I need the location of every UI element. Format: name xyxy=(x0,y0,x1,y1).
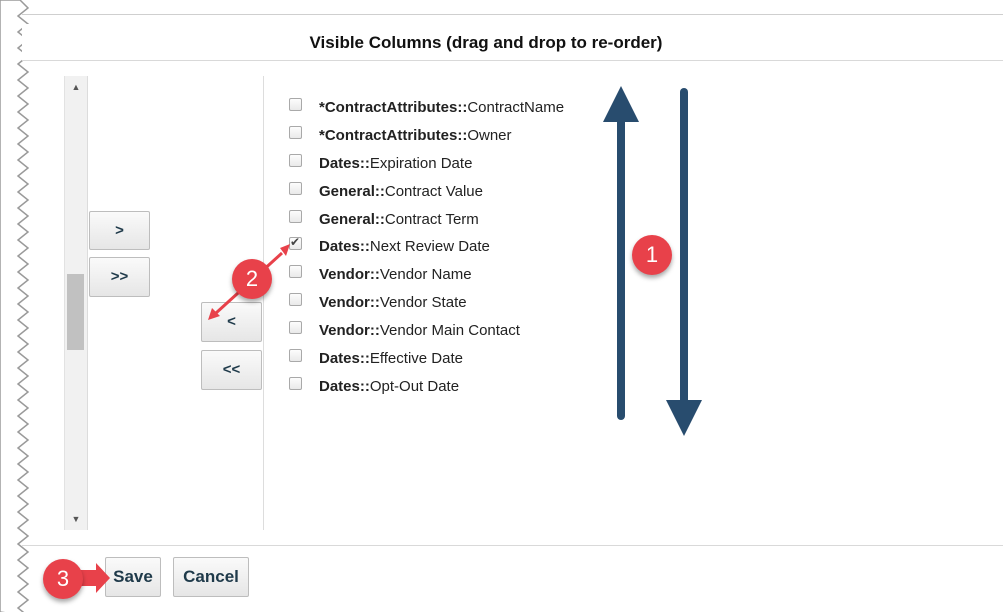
column-checkbox[interactable] xyxy=(289,181,302,195)
column-label: Dates::Effective Date xyxy=(319,350,463,367)
column-checkbox[interactable] xyxy=(289,98,302,111)
torn-edge-decoration xyxy=(0,0,30,612)
column-label: Dates::Opt-Out Date xyxy=(319,378,459,395)
callout-badge-2: 2 xyxy=(232,259,272,299)
column-category: Dates:: xyxy=(319,350,370,368)
column-checkbox[interactable] xyxy=(289,349,302,363)
column-category: Vendor:: xyxy=(319,294,380,312)
column-checkbox[interactable] xyxy=(289,265,302,279)
column-category: Dates:: xyxy=(319,377,370,395)
annotation-arrows xyxy=(78,86,702,593)
column-category: Vendor:: xyxy=(319,322,380,340)
column-field-name: Effective Date xyxy=(369,350,463,368)
column-checkbox[interactable] xyxy=(289,125,302,139)
column-category: Dates:: xyxy=(319,154,370,172)
dialog-top-border xyxy=(22,14,1003,15)
remove-column-button[interactable]: < xyxy=(201,302,262,342)
column-checkbox[interactable] xyxy=(289,321,302,335)
column-field-name: Contract Term xyxy=(384,210,479,228)
column-field-name: Contract Value xyxy=(384,182,483,200)
reorder-arrow-down xyxy=(666,88,702,436)
column-checkbox[interactable] xyxy=(289,153,302,167)
column-label: *ContractAttributes::ContractName xyxy=(319,99,564,116)
callout-badge-1: 1 xyxy=(632,235,672,275)
column-field-name: Opt-Out Date xyxy=(369,377,460,395)
column-label: Vendor::Vendor Name xyxy=(319,266,472,283)
column-field-name: Expiration Date xyxy=(369,154,473,172)
column-field-name: Vendor Name xyxy=(379,266,472,284)
cancel-button[interactable]: Cancel xyxy=(173,557,249,597)
dialog-title: Visible Columns (drag and drop to re-ord… xyxy=(309,33,663,52)
column-checkbox[interactable] xyxy=(289,209,302,223)
column-field-name: Vendor State xyxy=(379,294,467,312)
add-all-columns-button[interactable]: >> xyxy=(89,257,150,297)
footer-divider xyxy=(22,545,1003,546)
column-label: Dates::Expiration Date xyxy=(319,155,472,172)
column-category: *ContractAttributes:: xyxy=(319,99,468,116)
column-field-name: Owner xyxy=(467,126,512,144)
column-field-name: ContractName xyxy=(467,99,565,116)
column-checkbox[interactable] xyxy=(289,235,302,251)
column-label: General::Contract Value xyxy=(319,183,483,200)
list-divider xyxy=(263,76,264,530)
column-label: Vendor::Vendor Main Contact xyxy=(319,322,520,339)
callout-badge-3: 3 xyxy=(43,559,83,599)
column-category: Vendor:: xyxy=(319,266,380,284)
column-checkbox[interactable] xyxy=(289,293,302,307)
available-columns-scrollbar[interactable]: ▲ ▼ xyxy=(64,76,88,530)
column-label: Vendor::Vendor State xyxy=(319,294,467,311)
column-category: *ContractAttributes:: xyxy=(319,126,468,144)
add-column-button[interactable]: > xyxy=(89,211,150,250)
column-category: General:: xyxy=(319,182,385,200)
column-category: General:: xyxy=(319,210,385,228)
column-field-name: Vendor Main Contact xyxy=(379,322,520,340)
triangle-down-icon[interactable]: ▼ xyxy=(65,514,87,524)
column-category: Dates:: xyxy=(319,238,370,256)
column-label: General::Contract Term xyxy=(319,211,479,228)
triangle-up-icon[interactable]: ▲ xyxy=(65,82,87,92)
column-label: *ContractAttributes::Owner xyxy=(319,127,512,144)
dialog-header: Visible Columns (drag and drop to re-ord… xyxy=(22,24,1003,61)
column-label: Dates::Next Review Date xyxy=(319,238,490,255)
column-checkbox[interactable] xyxy=(289,376,302,390)
scrollbar-thumb[interactable] xyxy=(67,274,84,350)
save-button[interactable]: Save xyxy=(105,557,161,597)
remove-all-columns-button[interactable]: << xyxy=(201,350,262,390)
column-field-name: Next Review Date xyxy=(369,238,490,256)
